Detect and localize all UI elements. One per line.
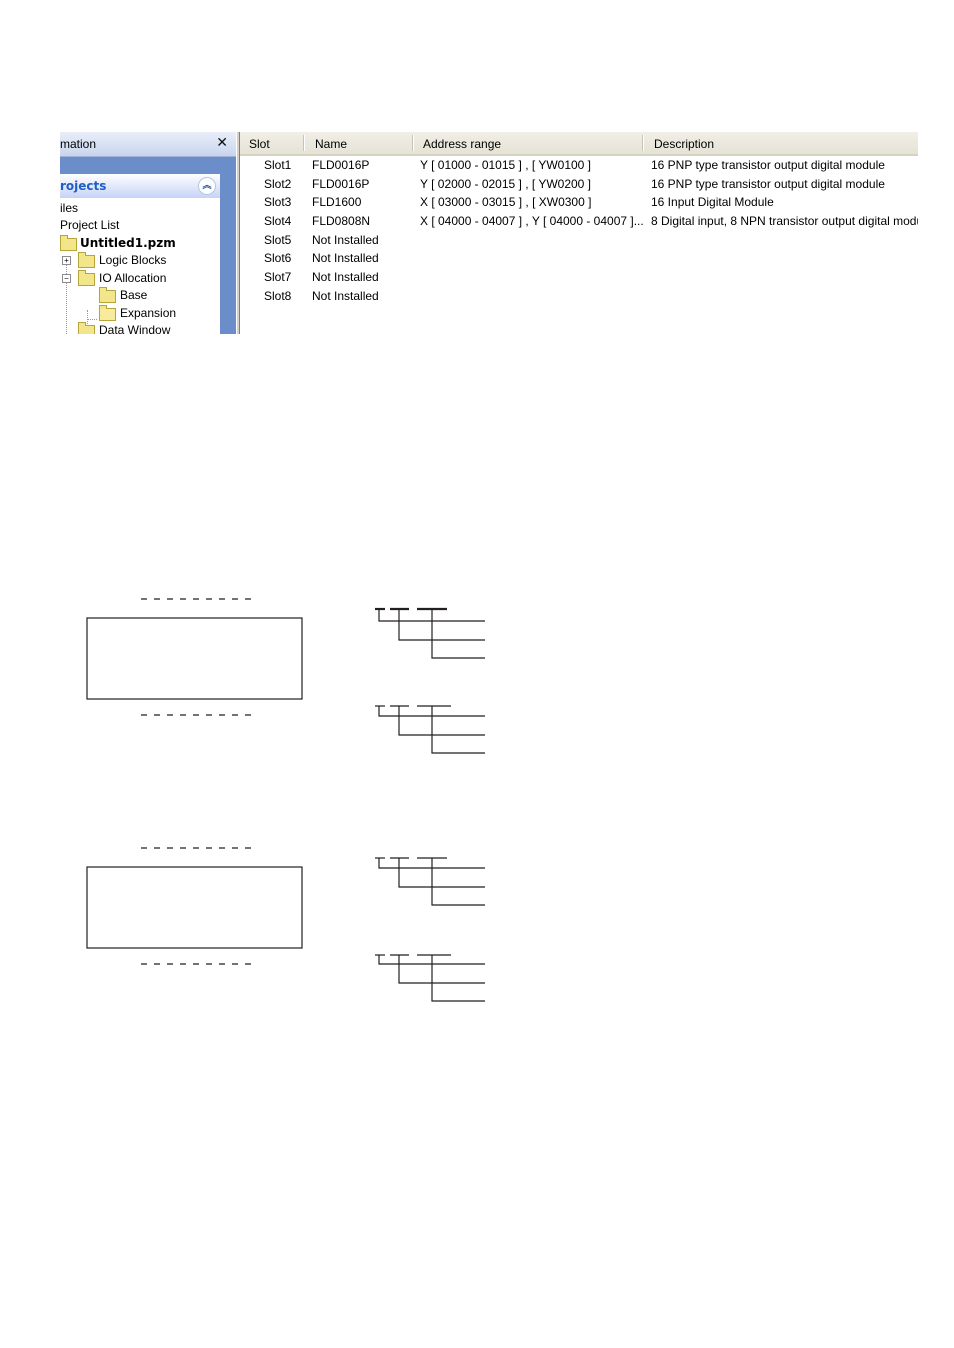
branch-line [431,706,485,754]
column-divider[interactable] [412,135,414,151]
pane-header: mation ✕ [60,132,236,157]
double-chevron-up-icon[interactable]: ︽ [198,177,216,195]
name-cell: FLD0016P [312,177,370,191]
code-breakdown-bracket [375,705,485,754]
open-folder-icon [99,305,116,321]
tree-connector [66,258,67,334]
projects-section-header[interactable]: rojects ︽ [60,174,220,198]
slot-cell: Slot6 [264,251,292,265]
branch-line [431,609,485,659]
table-row[interactable]: Slot3 FLD1600 X [ 03000 - 03015 ] , [ XW… [240,193,918,211]
branch-line [398,706,485,736]
tree-item-label: Base [120,288,148,302]
slot-cell: Slot7 [264,270,292,284]
address-cell: Y [ 01000 - 01015 ] , [ YW0100 ] [420,158,592,172]
column-divider[interactable] [303,135,305,151]
table-row[interactable]: Slot8 Not Installed [240,287,918,305]
table-row[interactable]: Slot7 Not Installed [240,268,918,286]
column-header-name[interactable]: Name [315,137,347,153]
expand-plus-icon[interactable]: + [62,256,71,265]
tree-item-label: Data Window [99,323,171,334]
tree-item-label: iles [60,201,79,215]
slot-cell: Slot4 [264,214,292,228]
name-cell: Not Installed [312,251,379,265]
table-row[interactable]: Slot6 Not Installed [240,249,918,267]
address-cell: X [ 03000 - 03015 ] , [ XW0300 ] [420,195,592,209]
address-cell: X [ 04000 - 04007 ] , Y [ 04000 - 04007 … [420,214,644,228]
column-divider[interactable] [642,135,644,151]
slot-table: Slot Name Address range Description Slot… [240,132,918,334]
slot-cell: Slot2 [264,177,292,191]
branch-line [431,858,485,906]
branch-line [378,955,485,965]
folder-icon [60,235,77,251]
code-breakdown-bracket [375,607,485,659]
branch-line [378,858,485,869]
branch-line [398,609,485,641]
column-header-slot[interactable]: Slot [249,137,270,153]
collapse-minus-icon[interactable]: − [62,274,71,283]
folder-icon [78,270,95,286]
pane-header-title: mation [60,137,97,151]
code-breakdown-bracket [375,857,485,906]
display-box [86,617,303,700]
folder-icon [78,322,95,334]
close-icon[interactable]: ✕ [216,135,228,151]
projects-section: rojects ︽ iles Project List Untitled1.pz… [60,174,220,334]
project-explorer-pane: mation ✕ rojects ︽ iles Project List Unt… [60,132,236,334]
branch-line [378,706,485,717]
name-cell: Not Installed [312,233,379,247]
slot-cell: Slot8 [264,289,292,303]
branch-line [378,609,485,622]
tree-connector [87,319,97,320]
tree-item-label: Project List [60,218,120,232]
name-cell: Not Installed [312,270,379,284]
table-row[interactable]: Slot2 FLD0016P Y [ 02000 - 02015 ] , [ Y… [240,175,918,193]
column-header-address-range[interactable]: Address range [423,137,501,153]
branch-line [431,955,485,1002]
name-cell: Not Installed [312,289,379,303]
address-cell: Y [ 02000 - 02015 ] , [ YW0200 ] [420,177,592,191]
table-row[interactable]: Slot5 Not Installed [240,231,918,249]
tree-item-label: Expansion [120,306,177,320]
name-cell: FLD0808N [312,214,371,228]
table-row[interactable]: Slot4 FLD0808N X [ 04000 - 04007 ] , Y [… [240,212,918,230]
branch-line [398,858,485,888]
display-box [86,866,303,949]
name-cell: FLD1600 [312,195,362,209]
description-cell: 8 Digital input, 8 NPN transistor output… [651,214,918,228]
code-breakdown-bracket [375,954,485,1002]
description-cell: 16 Input Digital Module [651,195,774,209]
folder-icon [99,287,116,303]
tree-item-label: IO Allocation [99,271,167,285]
description-cell: 16 PNP type transistor output digital mo… [651,177,885,191]
slot-cell: Slot3 [264,195,292,209]
tree-item-label: Logic Blocks [99,253,167,267]
folder-icon [78,252,95,268]
slot-cell: Slot5 [264,233,292,247]
branch-line [398,955,485,984]
column-header-description[interactable]: Description [654,137,714,153]
table-row[interactable]: Slot1 FLD0016P Y [ 01000 - 01015 ] , [ Y… [240,156,918,174]
name-cell: FLD0016P [312,158,370,172]
projects-section-title: rojects [60,179,107,193]
software-screenshot: mation ✕ rojects ︽ iles Project List Unt… [60,132,918,334]
description-cell: 16 PNP type transistor output digital mo… [651,158,885,172]
slot-cell: Slot1 [264,158,292,172]
table-header: Slot Name Address range Description [240,132,918,156]
tree-item-label: Untitled1.pzm [80,236,176,250]
